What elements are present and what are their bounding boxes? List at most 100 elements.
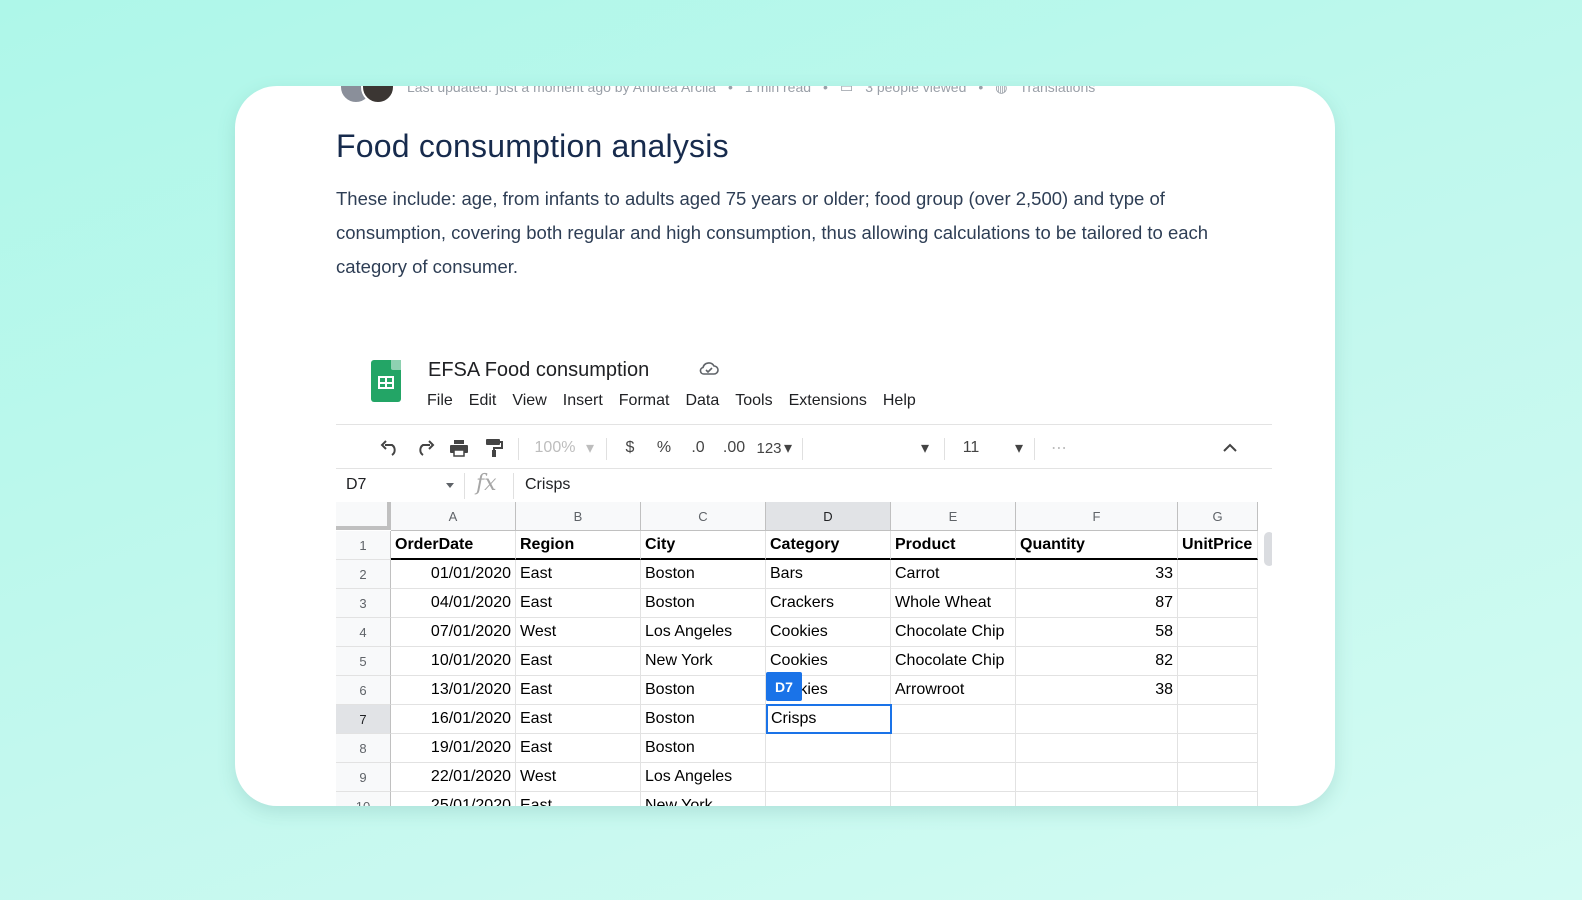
row-header-5[interactable]: 5 [336, 647, 391, 676]
table-cell[interactable] [1178, 676, 1258, 705]
table-cell[interactable]: Carrot [891, 560, 1016, 589]
column-header-f[interactable]: F [1016, 502, 1178, 531]
table-cell[interactable]: Bars [766, 560, 891, 589]
column-header-g[interactable]: G [1178, 502, 1258, 531]
table-cell[interactable]: Arrowroot [891, 676, 1016, 705]
table-cell[interactable]: East [516, 560, 641, 589]
menu-insert[interactable]: Insert [555, 392, 611, 410]
table-cell[interactable] [891, 705, 1016, 734]
font-family-dropdown-icon[interactable]: ▾ [918, 436, 932, 460]
avatar[interactable] [361, 86, 395, 104]
row-header-10[interactable]: 10 [336, 792, 391, 806]
row-header-9[interactable]: 9 [336, 763, 391, 792]
google-sheets-logo-icon[interactable] [371, 360, 401, 402]
table-cell[interactable]: Boston [641, 676, 766, 705]
formula-input[interactable]: Crisps [525, 476, 570, 494]
table-cell[interactable]: 04/01/2020 [391, 589, 516, 618]
font-size-select[interactable]: 11 [956, 436, 986, 460]
table-cell[interactable]: West [516, 618, 641, 647]
vertical-scrollbar[interactable] [1264, 532, 1272, 566]
contributor-avatars[interactable] [339, 86, 395, 104]
decrease-decimal-button[interactable]: .0 [684, 436, 712, 460]
font-size-dropdown-icon[interactable]: ▾ [1012, 436, 1026, 460]
table-cell[interactable]: New York [641, 647, 766, 676]
table-cell[interactable]: Los Angeles [641, 763, 766, 792]
table-cell[interactable]: 25/01/2020 [391, 792, 516, 806]
cloud-saved-icon[interactable] [698, 360, 720, 380]
table-cell[interactable]: 01/01/2020 [391, 560, 516, 589]
table-cell[interactable]: Chocolate Chip [891, 647, 1016, 676]
table-cell[interactable]: East [516, 705, 641, 734]
more-options-icon[interactable]: ⋯ [1044, 436, 1074, 460]
increase-decimal-button[interactable]: .00 [717, 436, 751, 460]
table-cell[interactable]: East [516, 676, 641, 705]
currency-format-button[interactable]: $ [618, 436, 642, 460]
name-box-dropdown-icon[interactable] [446, 483, 454, 488]
menu-edit[interactable]: Edit [461, 392, 505, 410]
table-cell[interactable]: Whole Wheat [891, 589, 1016, 618]
column-title-cell[interactable]: Quantity [1016, 531, 1178, 560]
column-header-a[interactable]: A [391, 502, 516, 531]
menu-data[interactable]: Data [677, 392, 727, 410]
print-icon[interactable] [447, 436, 471, 460]
selected-cell[interactable]: Crisps [766, 704, 892, 734]
table-cell[interactable] [1178, 618, 1258, 647]
table-cell[interactable]: 87 [1016, 589, 1178, 618]
column-title-cell[interactable]: City [641, 531, 766, 560]
viewers-link[interactable]: 3 people viewed [865, 86, 966, 95]
percent-format-button[interactable]: % [652, 436, 676, 460]
translations-link[interactable]: Translations [1020, 86, 1096, 95]
table-cell[interactable] [891, 792, 1016, 806]
table-cell[interactable] [1178, 705, 1258, 734]
column-title-cell[interactable]: Product [891, 531, 1016, 560]
table-cell[interactable]: 13/01/2020 [391, 676, 516, 705]
menu-file[interactable]: File [427, 392, 461, 410]
column-header-c[interactable]: C [641, 502, 766, 531]
table-cell[interactable]: Los Angeles [641, 618, 766, 647]
table-cell[interactable]: Boston [641, 589, 766, 618]
table-cell[interactable]: 22/01/2020 [391, 763, 516, 792]
table-cell[interactable] [1016, 734, 1178, 763]
table-cell[interactable] [766, 792, 891, 806]
row-header-3[interactable]: 3 [336, 589, 391, 618]
table-cell[interactable]: 38 [1016, 676, 1178, 705]
table-cell[interactable] [1178, 792, 1258, 806]
menu-tools[interactable]: Tools [727, 392, 780, 410]
document-title[interactable]: EFSA Food consumption [428, 359, 649, 382]
table-cell[interactable]: Boston [641, 705, 766, 734]
table-cell[interactable] [1178, 560, 1258, 589]
table-cell[interactable]: East [516, 647, 641, 676]
table-cell[interactable] [1016, 792, 1178, 806]
table-cell[interactable] [1178, 763, 1258, 792]
row-header-2[interactable]: 2 [336, 560, 391, 589]
row-header-6[interactable]: 6 [336, 676, 391, 705]
undo-icon[interactable] [378, 436, 402, 460]
table-cell[interactable]: East [516, 792, 641, 806]
column-title-cell[interactable]: OrderDate [391, 531, 516, 560]
table-cell[interactable] [891, 763, 1016, 792]
table-cell[interactable]: 19/01/2020 [391, 734, 516, 763]
zoom-dropdown-icon[interactable]: ▾ [583, 436, 597, 460]
table-cell[interactable] [1016, 763, 1178, 792]
table-cell[interactable]: East [516, 589, 641, 618]
table-cell[interactable] [891, 734, 1016, 763]
table-cell[interactable]: 07/01/2020 [391, 618, 516, 647]
table-cell[interactable]: 58 [1016, 618, 1178, 647]
menu-view[interactable]: View [504, 392, 554, 410]
table-cell[interactable] [766, 734, 891, 763]
name-box[interactable]: D7 [346, 476, 366, 494]
collapse-menu-icon[interactable] [1218, 436, 1242, 460]
row-header-8[interactable]: 8 [336, 734, 391, 763]
table-cell[interactable]: Crackers [766, 589, 891, 618]
column-title-cell[interactable]: Category [766, 531, 891, 560]
column-title-cell[interactable]: UnitPrice [1178, 531, 1258, 560]
zoom-select[interactable]: 100% [530, 436, 580, 460]
table-cell[interactable] [1016, 705, 1178, 734]
row-header-4[interactable]: 4 [336, 618, 391, 647]
column-header-b[interactable]: B [516, 502, 641, 531]
number-format-dropdown-icon[interactable]: ▾ [782, 436, 794, 460]
table-cell[interactable]: West [516, 763, 641, 792]
paint-format-icon[interactable] [482, 436, 506, 460]
row-header-1[interactable]: 1 [336, 531, 391, 560]
row-header-7[interactable]: 7 [336, 705, 391, 734]
